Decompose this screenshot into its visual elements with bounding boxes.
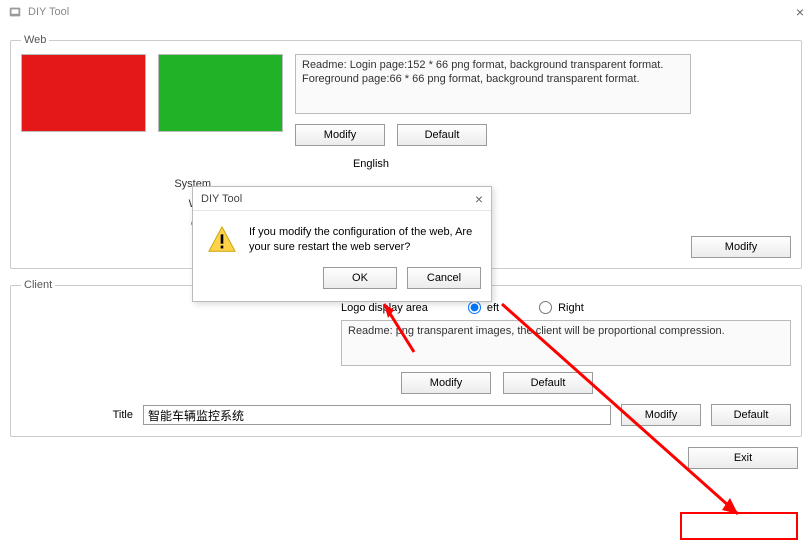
title-modify-button[interactable]: Modify: [621, 404, 701, 426]
client-legend: Client: [21, 279, 55, 291]
radio-left[interactable]: eft: [468, 301, 499, 314]
dialog-close-button[interactable]: ×: [475, 191, 483, 207]
web-default-button[interactable]: Default: [397, 124, 487, 146]
radio-right[interactable]: Right: [539, 301, 584, 314]
exit-button[interactable]: Exit: [688, 447, 798, 469]
radio-right-label: Right: [558, 302, 584, 314]
web-modify2-button[interactable]: Modify: [691, 236, 791, 258]
foreground-page-swatch[interactable]: [158, 54, 283, 132]
language-header: English: [221, 158, 521, 170]
dialog-title: DIY Tool: [201, 193, 242, 205]
window-close-button[interactable]: ×: [796, 4, 804, 20]
window-titlebar: DIY Tool ×: [0, 0, 812, 24]
client-default-button[interactable]: Default: [503, 372, 593, 394]
title-input[interactable]: [143, 405, 611, 425]
app-icon: [8, 5, 22, 19]
system-label: System: [21, 178, 221, 190]
web-modify-button[interactable]: Modify: [295, 124, 385, 146]
dialog-cancel-button[interactable]: Cancel: [407, 267, 481, 289]
web-readme-line1: Readme: Login page:152 * 66 png format, …: [302, 59, 684, 73]
client-modify-button[interactable]: Modify: [401, 372, 491, 394]
radio-right-input[interactable]: [539, 301, 552, 314]
web-legend: Web: [21, 34, 49, 46]
annotation-exit-highlight: [680, 512, 798, 540]
web-label: Web: [21, 198, 221, 210]
title-label: Title: [21, 409, 133, 421]
title-default-button[interactable]: Default: [711, 404, 791, 426]
radio-left-input[interactable]: [468, 301, 481, 314]
client-readme-text: Readme: png transparent images, the clie…: [348, 325, 725, 337]
warning-icon: [207, 225, 237, 255]
dialog-message: If you modify the configuration of the w…: [249, 225, 477, 255]
client-readme-box: Readme: png transparent images, the clie…: [341, 320, 791, 366]
confirm-dialog: DIY Tool × If you modify the configurati…: [192, 186, 492, 302]
web-readme-line2: Foreground page:66 * 66 png format, back…: [302, 73, 684, 87]
web-readme: Readme: Login page:152 * 66 png format, …: [295, 54, 691, 114]
dialog-ok-button[interactable]: OK: [323, 267, 397, 289]
window-title: DIY Tool: [28, 6, 69, 18]
login-page-swatch[interactable]: [21, 54, 146, 132]
radio-left-label: eft: [487, 302, 499, 314]
client-group: Client Logo display area eft Right Readm…: [10, 279, 802, 437]
cop-label: Cop: [21, 218, 221, 230]
logo-display-label: Logo display area: [341, 302, 428, 314]
